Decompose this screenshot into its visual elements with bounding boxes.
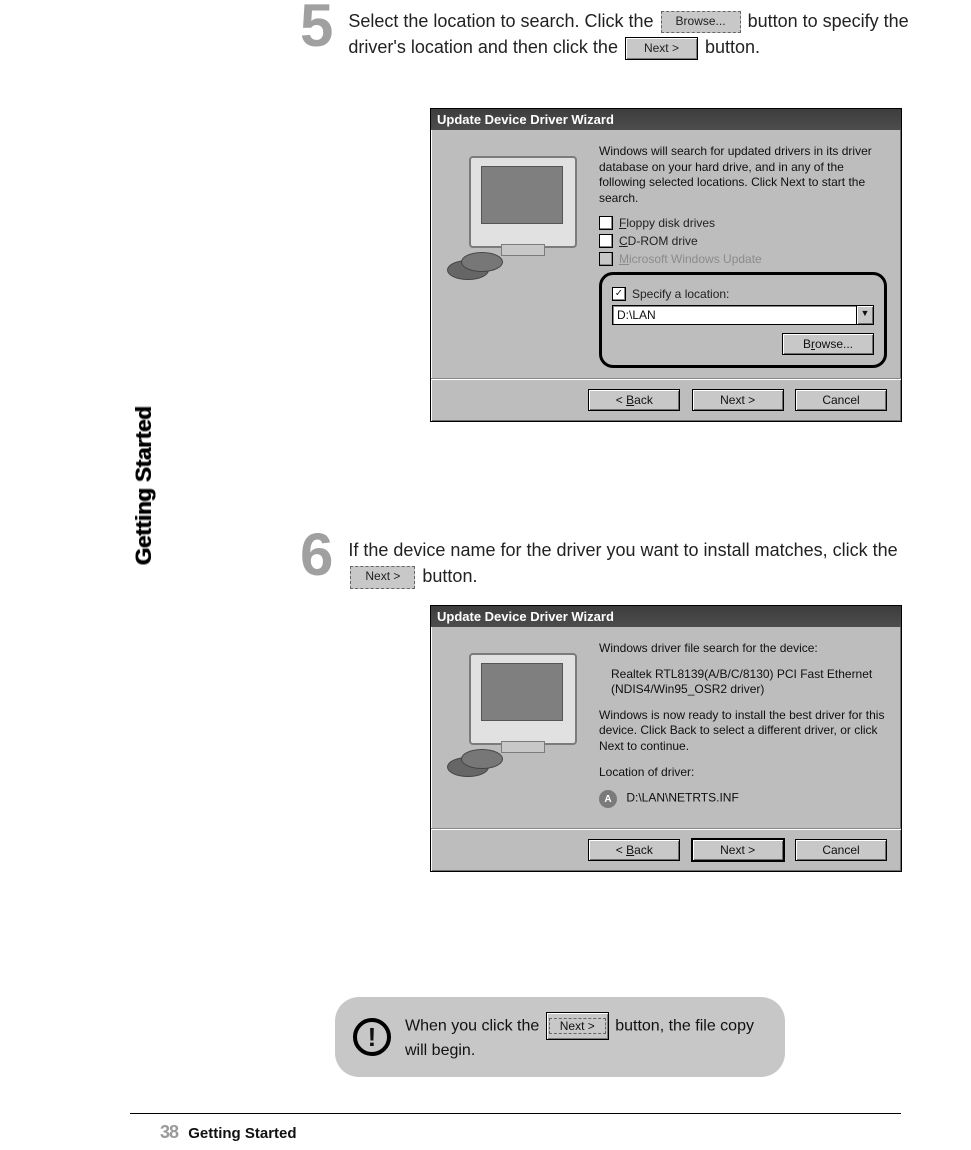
dialog-title: Update Device Driver Wizard xyxy=(431,109,901,130)
step-6: 6 If the device name for the driver you … xyxy=(300,535,908,589)
cancel-button[interactable]: Cancel xyxy=(795,839,887,861)
inline-browse-button: Browse... xyxy=(661,11,741,33)
checkbox-icon: ✓ xyxy=(612,287,626,301)
location-input[interactable]: D:\LAN xyxy=(612,305,857,325)
cancel-button[interactable]: Cancel xyxy=(795,389,887,411)
step-6-text: If the device name for the driver you wa… xyxy=(348,535,908,589)
step-5-text: Select the location to search. Click the… xyxy=(348,6,918,60)
browse-button[interactable]: Browse... xyxy=(782,333,874,355)
note-text: When you click the Next > button, the fi… xyxy=(405,1012,767,1063)
step-number-6: 6 xyxy=(300,531,330,579)
computer-icon xyxy=(445,645,585,785)
step-5: 5 Select the location to search. Click t… xyxy=(300,6,918,60)
step-number-5: 5 xyxy=(300,2,330,50)
checkbox-icon xyxy=(599,234,613,248)
disk-icon: A xyxy=(599,790,617,808)
sidebar-section-tab: Getting Started xyxy=(133,406,155,565)
ready-text: Windows is now ready to install the best… xyxy=(599,708,887,755)
search-result-label: Windows driver file search for the devic… xyxy=(599,641,887,657)
wizard-dialog-confirm: Update Device Driver Wizard Windows driv… xyxy=(430,605,902,872)
checkbox-icon xyxy=(599,216,613,230)
device-name: Realtek RTL8139(A/B/C/8130) PCI Fast Eth… xyxy=(611,667,887,698)
footer-rule xyxy=(130,1113,901,1114)
dialog-intro: Windows will search for updated drivers … xyxy=(599,144,887,206)
page-number: 38 xyxy=(160,1122,178,1142)
computer-icon xyxy=(445,148,585,288)
checkbox-ms-update: Microsoft Windows Update xyxy=(599,252,887,266)
driver-location: A D:\LAN\NETRTS.INF xyxy=(599,790,887,808)
dialog-footer: < Back Next > Cancel xyxy=(431,828,901,871)
dialog-title: Update Device Driver Wizard xyxy=(431,606,901,627)
page-footer: 38 Getting Started xyxy=(160,1122,297,1143)
wizard-dialog-search: Update Device Driver Wizard Windows will… xyxy=(430,108,902,422)
inline-next-button: Next > xyxy=(625,37,698,60)
exclamation-icon: ! xyxy=(353,1018,391,1056)
next-button[interactable]: Next > xyxy=(692,389,784,411)
dialog-footer: < Back Next > Cancel xyxy=(431,378,901,421)
back-button[interactable]: < Back xyxy=(588,389,680,411)
checkbox-cdrom[interactable]: CD-ROM drive xyxy=(599,234,887,248)
back-button[interactable]: < Back xyxy=(588,839,680,861)
note-callout: ! When you click the Next > button, the … xyxy=(335,997,785,1077)
location-label: Location of driver: xyxy=(599,765,887,781)
checkbox-icon xyxy=(599,252,613,266)
specify-location-group: ✓ Specify a location: D:\LAN ▼ Browse... xyxy=(599,272,887,368)
checkbox-specify-location[interactable]: ✓ Specify a location: xyxy=(612,287,874,301)
checkbox-floppy[interactable]: Floppy disk drives xyxy=(599,216,887,230)
inline-next-button: Next > xyxy=(350,566,415,588)
inline-next-button: Next > xyxy=(546,1012,609,1040)
dropdown-icon[interactable]: ▼ xyxy=(857,305,874,325)
footer-section: Getting Started xyxy=(188,1125,296,1142)
next-button[interactable]: Next > xyxy=(692,839,784,861)
